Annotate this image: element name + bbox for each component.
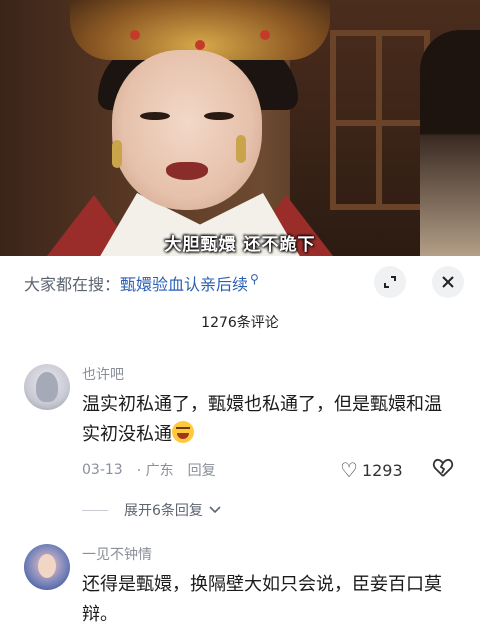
comment-date: 03-13 (82, 462, 123, 478)
video-player[interactable]: 大胆甄嬛 还不跪下 (0, 0, 480, 256)
expand-replies-button[interactable]: 展开6条回复 (82, 500, 221, 520)
background-person (420, 30, 480, 256)
avatar[interactable] (24, 364, 70, 410)
trending-search[interactable]: 大家都在搜： 甄嬛验血认亲后续 ⚲ (24, 272, 259, 294)
search-icon: ⚲ (250, 272, 259, 286)
actress-face (112, 50, 262, 210)
laughing-crying-emoji-icon (172, 421, 194, 443)
dislike-button[interactable] (432, 458, 454, 483)
comment-item: 一见不钟情 还得是甄嬛，换隔壁大如只会说，臣妾百口莫辩。 (0, 544, 480, 640)
broken-heart-icon (432, 458, 454, 477)
chevron-down-icon (209, 506, 221, 514)
close-button[interactable] (432, 266, 464, 298)
minimize-button[interactable] (374, 266, 406, 298)
earring (236, 135, 246, 163)
minimize-icon (384, 276, 396, 288)
avatar[interactable] (24, 544, 70, 590)
like-count: 1293 (361, 460, 403, 480)
divider (82, 509, 108, 511)
comment-body: 温实初私通了，甄嬛也私通了，但是甄嬛和温实初没私通 (82, 394, 442, 445)
video-subtitle: 大胆甄嬛 还不跪下 (164, 235, 316, 255)
reply-button[interactable]: 回复 (188, 460, 216, 480)
comment-text: 还得是甄嬛，换隔壁大如只会说，臣妾百口莫辩。 (82, 574, 442, 625)
comment-meta: 03-13 · 广东 回复 (82, 460, 216, 480)
like-button[interactable]: ♡ 1293 (340, 458, 403, 482)
search-query-link[interactable]: 甄嬛验血认亲后续 (120, 271, 248, 295)
comment-item: 也许吧 温实初私通了，甄嬛也私通了，但是甄嬛和温实初没私通 03-13 · 广东… (0, 364, 480, 524)
heart-icon: ♡ (340, 458, 358, 482)
window-lattice (330, 30, 430, 210)
earring (112, 140, 122, 168)
comment-username[interactable]: 也许吧 (82, 364, 124, 384)
comment-count: 1276条评论 (201, 315, 279, 331)
comment-location: · 广东 (136, 463, 174, 479)
search-prefix: 大家都在搜： (24, 275, 121, 294)
close-icon (442, 276, 454, 288)
comment-username[interactable]: 一见不钟情 (82, 544, 152, 564)
comments-sheet: 大家都在搜： 甄嬛验血认亲后续 ⚲ 1276条评论 也许吧 温实初私通了，甄嬛也… (0, 256, 480, 640)
comment-text: 温实初私通了，甄嬛也私通了，但是甄嬛和温实初没私通 (82, 390, 452, 450)
expand-replies-label: 展开6条回复 (124, 503, 203, 519)
